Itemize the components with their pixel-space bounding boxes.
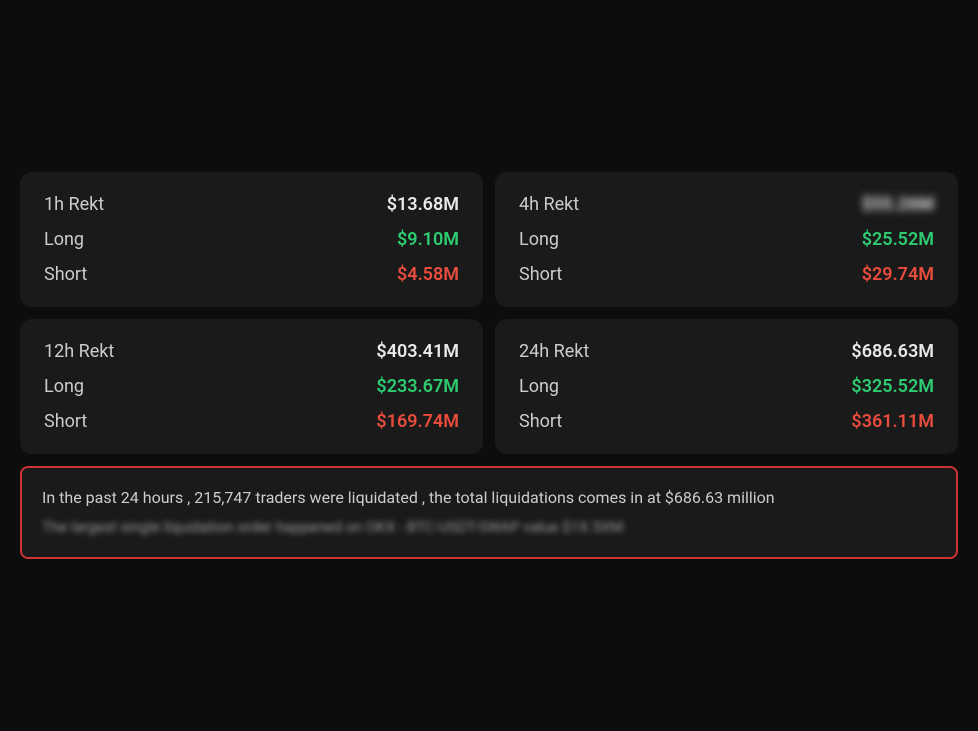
cards-grid: 1h Rekt $13.68M Long $9.10M Short $4.58M… — [20, 172, 958, 454]
card-4h-header-row: 4h Rekt $55.26M — [519, 194, 934, 215]
card-12h-long-row: Long $233.67M — [44, 376, 459, 397]
main-container: 1h Rekt $13.68M Long $9.10M Short $4.58M… — [20, 172, 958, 559]
card-4h-long-value: $25.52M — [862, 229, 934, 250]
card-12h: 12h Rekt $403.41M Long $233.67M Short $1… — [20, 319, 483, 454]
card-12h-header-row: 12h Rekt $403.41M — [44, 341, 459, 362]
card-12h-short-value: $169.74M — [376, 411, 459, 432]
card-1h: 1h Rekt $13.68M Long $9.10M Short $4.58M — [20, 172, 483, 307]
card-24h-long-label: Long — [519, 376, 559, 397]
card-24h-header-row: 24h Rekt $686.63M — [519, 341, 934, 362]
card-24h-short-value: $361.11M — [851, 411, 934, 432]
card-4h-total: $55.26M — [862, 194, 934, 215]
card-1h-long-label: Long — [44, 229, 84, 250]
card-24h-long-row: Long $325.52M — [519, 376, 934, 397]
card-24h-short-label: Short — [519, 411, 562, 432]
card-4h: 4h Rekt $55.26M Long $25.52M Short $29.7… — [495, 172, 958, 307]
card-4h-short-label: Short — [519, 264, 562, 285]
card-12h-total: $403.41M — [376, 341, 459, 362]
card-24h-short-row: Short $361.11M — [519, 411, 934, 432]
card-1h-total: $13.68M — [387, 194, 459, 215]
card-1h-short-value: $4.58M — [397, 264, 459, 285]
card-1h-short-row: Short $4.58M — [44, 264, 459, 285]
card-1h-header-row: 1h Rekt $13.68M — [44, 194, 459, 215]
card-1h-long-row: Long $9.10M — [44, 229, 459, 250]
card-4h-long-row: Long $25.52M — [519, 229, 934, 250]
summary-main-text: In the past 24 hours , 215,747 traders w… — [42, 486, 936, 510]
card-24h-long-value: $325.52M — [851, 376, 934, 397]
card-24h-title: 24h Rekt — [519, 341, 589, 362]
card-12h-long-value: $233.67M — [376, 376, 459, 397]
card-24h: 24h Rekt $686.63M Long $325.52M Short $3… — [495, 319, 958, 454]
card-1h-short-label: Short — [44, 264, 87, 285]
card-24h-total: $686.63M — [851, 341, 934, 362]
card-12h-long-label: Long — [44, 376, 84, 397]
card-4h-short-value: $29.74M — [862, 264, 934, 285]
card-4h-title: 4h Rekt — [519, 194, 579, 215]
card-12h-short-row: Short $169.74M — [44, 411, 459, 432]
card-1h-title: 1h Rekt — [44, 194, 104, 215]
card-4h-long-label: Long — [519, 229, 559, 250]
card-12h-short-label: Short — [44, 411, 87, 432]
summary-box: In the past 24 hours , 215,747 traders w… — [20, 466, 958, 559]
card-12h-title: 12h Rekt — [44, 341, 114, 362]
card-1h-long-value: $9.10M — [397, 229, 459, 250]
summary-secondary-text: The largest single liquidation order hap… — [42, 516, 936, 539]
card-4h-short-row: Short $29.74M — [519, 264, 934, 285]
